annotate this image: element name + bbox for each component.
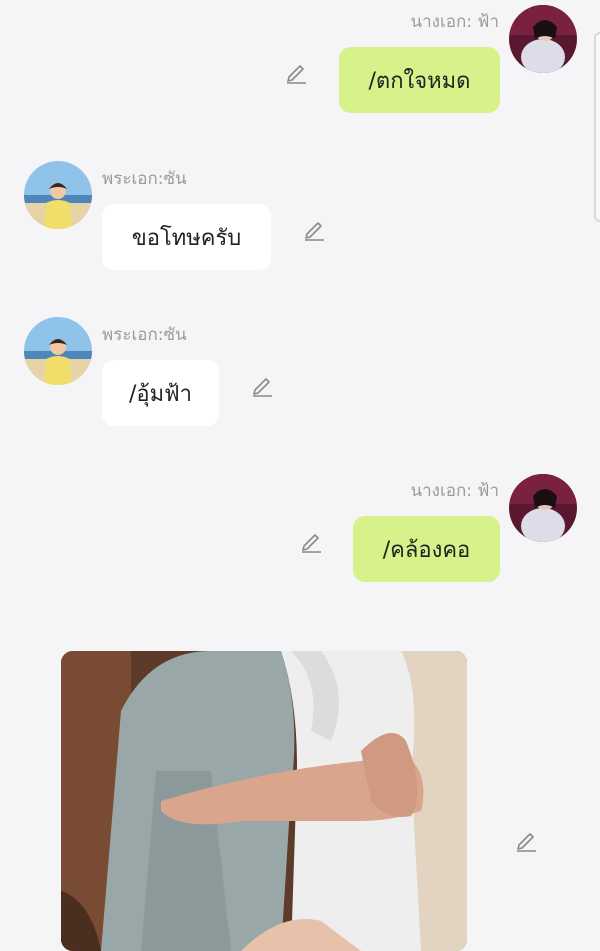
message-bubble[interactable]: /อุ้มฟ้า	[102, 360, 219, 426]
sender-name: พระเอก:ซัน	[102, 325, 187, 345]
hero-avatar[interactable]	[24, 317, 92, 385]
message-bubble[interactable]: /คล้องคอ	[353, 516, 500, 582]
sender-name: นางเอก: ฟ้า	[410, 481, 500, 501]
pencil-icon[interactable]	[299, 529, 323, 553]
hero-avatar[interactable]	[24, 161, 92, 229]
pencil-icon[interactable]	[302, 217, 326, 241]
pencil-icon[interactable]	[514, 828, 538, 852]
sender-name: พระเอก:ซัน	[102, 169, 187, 189]
message-bubble[interactable]: /ตกใจหมด	[339, 47, 500, 113]
chat-area: นางเอก: ฟ้า /ตกใจหมด พระเอก:ซัน ขอโทษครั…	[0, 0, 600, 951]
heroine-avatar[interactable]	[509, 474, 577, 542]
side-panel-edge[interactable]	[594, 32, 600, 222]
photo-message[interactable]	[61, 651, 467, 951]
message-bubble[interactable]: ขอโทษครับ	[102, 204, 271, 270]
pencil-icon[interactable]	[250, 373, 274, 397]
pencil-icon[interactable]	[284, 60, 308, 84]
heroine-avatar[interactable]	[509, 5, 577, 73]
sender-name: นางเอก: ฟ้า	[410, 12, 500, 32]
